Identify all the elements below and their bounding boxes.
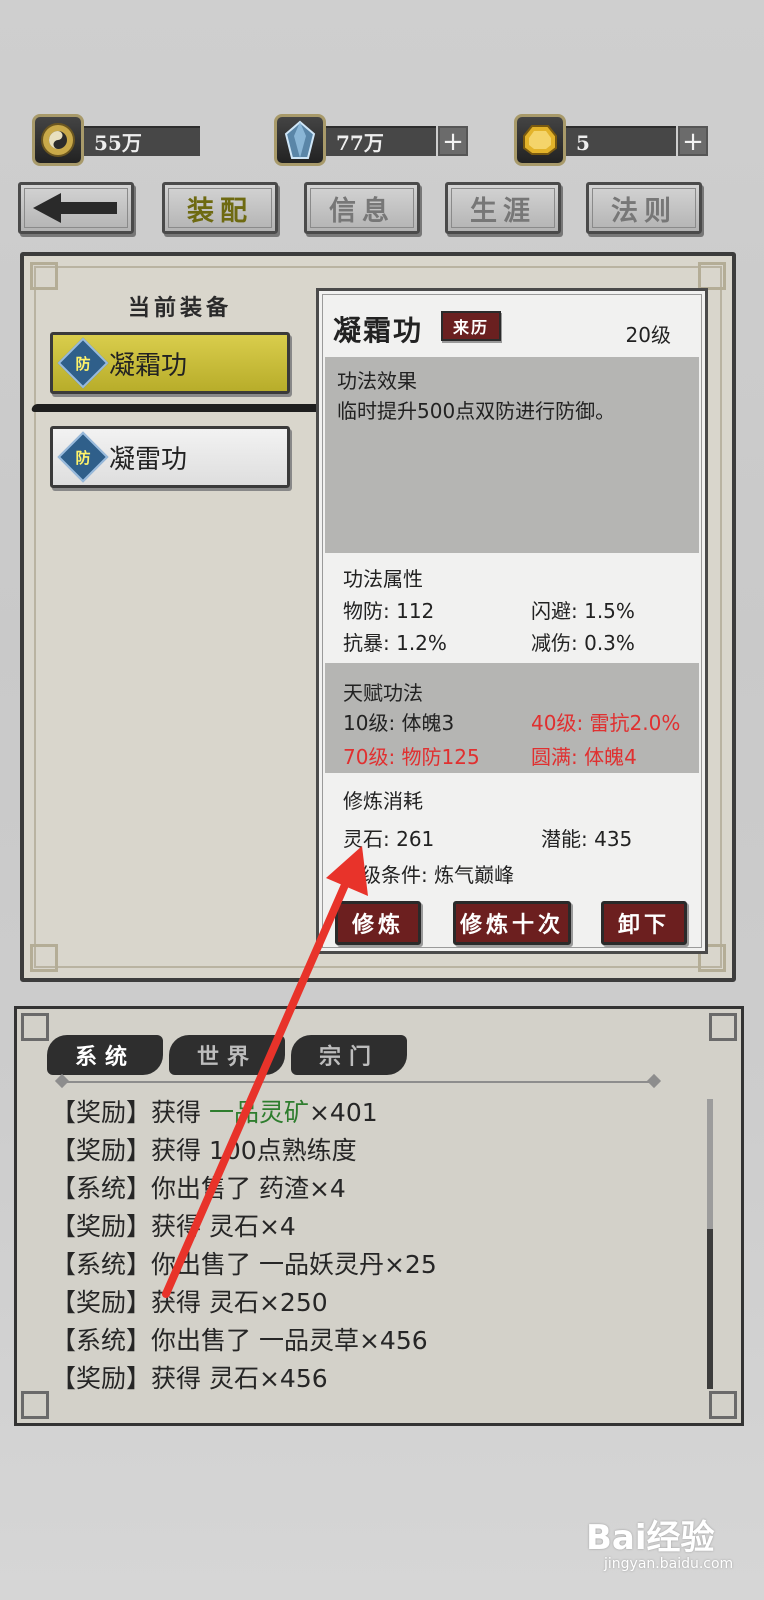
chat-message: 【奖励】获得 灵石×4 [51,1212,296,1241]
chat-message: 【奖励】获得 一品灵矿×401 [51,1098,378,1127]
cost-title: 修炼消耗 [343,789,423,813]
attr-damage-reduction: 减伤: 0.3% [531,631,635,655]
tab-info-label: 信息 [329,195,395,227]
back-button[interactable] [18,182,134,234]
defense-shield-icon: 防 [57,431,109,483]
tab-rules[interactable]: 法则 [586,182,702,234]
chat-message: 【系统】你出售了 一品灵草×456 [51,1326,428,1355]
gold-amount: 5 [566,126,676,156]
chat-message: 【奖励】获得 灵石×456 [51,1364,328,1393]
corner-ornament [21,1013,49,1041]
attr-title: 功法属性 [343,567,423,591]
chat-tab-sect[interactable]: 宗门 [291,1035,407,1075]
attr-crit-resist: 抗暴: 1.2% [343,631,447,655]
attr-physical-defense: 物防: 112 [343,599,435,623]
crystal-currency: 77万 + [274,114,468,168]
effect-title: 功法效果 [337,369,417,393]
corner-ornament [30,944,58,972]
potential-cost: 潜能: 435 [541,827,633,851]
chat-message: 【系统】你出售了 药渣×4 [51,1174,346,1203]
current-equipment-title: 当前装备 [128,295,233,321]
upgrade-condition: 级条件: 炼气巅峰 [361,863,515,887]
skill-detail-card: 凝霜功 来历 20级 功法效果 临时提升500点双防进行防御。 功法属性 物防:… [316,288,708,954]
talent-full: 圆满: 体魄4 [531,745,637,769]
add-crystal-button[interactable]: + [438,126,468,156]
train-ten-button[interactable]: 修炼十次 [453,901,571,945]
equip-item-label: 凝雷功 [109,444,188,475]
equip-item-label: 凝霜功 [109,350,188,381]
corner-ornament [30,262,58,290]
corner-ornament [709,1013,737,1041]
origin-button[interactable]: 来历 [441,311,501,341]
skill-name: 凝霜功 [333,314,424,347]
defense-shield-icon: 防 [57,337,109,389]
chat-message: 【奖励】获得 灵石×250 [51,1288,328,1317]
corner-ornament [698,262,726,290]
chat-scrollbar-thumb[interactable] [707,1229,713,1389]
effect-text: 临时提升500点双防进行防御。 [337,399,616,423]
gold-currency: 5 + [514,114,708,168]
tab-rules-label: 法则 [611,195,677,227]
talent-lv10: 10级: 体魄3 [343,711,455,735]
ink-divider [30,404,324,412]
chat-divider [63,1081,653,1083]
crystal-amount: 77万 [326,126,436,156]
divider-ornament [646,1073,662,1089]
baidu-watermark-url: jingyan.baidu.com [604,1556,734,1572]
tab-career-label: 生涯 [470,195,536,227]
talent-lv40: 40级: 雷抗2.0% [531,711,681,735]
add-gold-button[interactable]: + [678,126,708,156]
baidu-watermark: Bai经验 [586,1518,715,1558]
tab-info[interactable]: 信息 [304,182,420,234]
gold-ingot-icon [514,114,566,166]
chat-tab-system[interactable]: 系统 [47,1035,163,1075]
corner-ornament [709,1391,737,1419]
tab-equip-label: 装配 [187,195,253,227]
coin-amount: 55万 [84,126,200,156]
chat-panel: 系统 世界 宗门 【奖励】获得 一品灵矿×401 【奖励】获得 100点熟练度 … [14,1006,744,1426]
attr-dodge: 闪避: 1.5% [531,599,635,623]
equip-item-ninglei[interactable]: 防 凝雷功 [50,426,290,488]
talent-title: 天赋功法 [343,681,423,705]
chat-tab-world[interactable]: 世界 [169,1035,285,1075]
unequip-button[interactable]: 卸下 [601,901,687,945]
talent-lv70: 70级: 物防125 [343,745,480,769]
train-button[interactable]: 修炼 [335,901,421,945]
chat-message: 【系统】你出售了 一品妖灵丹×25 [51,1250,437,1279]
equip-item-ningshuang[interactable]: 防 凝霜功 [50,332,290,394]
spirit-stone-cost: 灵石: 261 [343,827,435,851]
chat-message: 【奖励】获得 100点熟练度 [51,1136,357,1165]
coin-currency: 55万 [32,114,200,168]
yin-yang-coin-icon [32,114,84,166]
crystal-icon [274,114,326,166]
tab-equip[interactable]: 装配 [162,182,278,234]
corner-ornament [21,1391,49,1419]
tab-career[interactable]: 生涯 [445,182,561,234]
back-arrow-icon [33,193,117,223]
skill-level: 20级 [625,323,671,347]
